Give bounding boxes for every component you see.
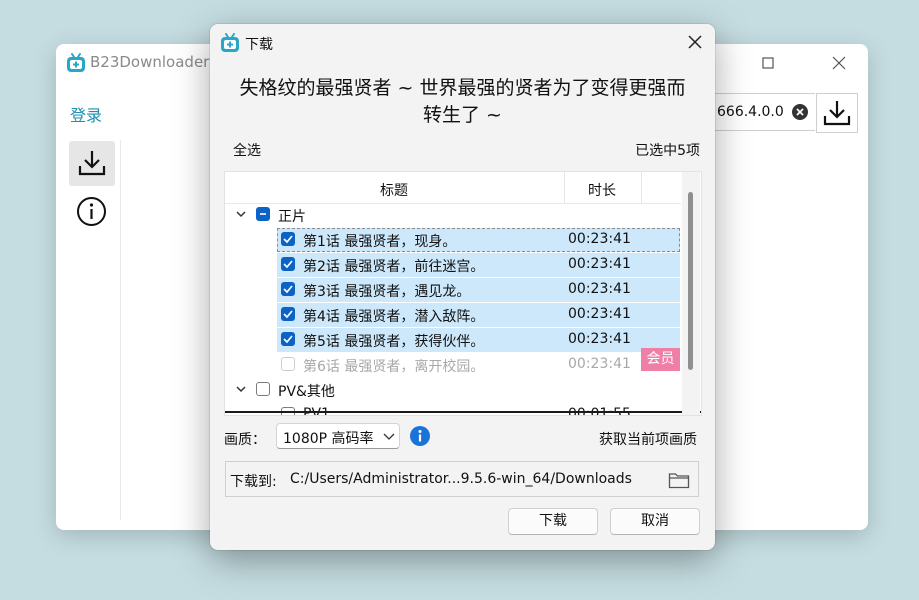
vertical-scrollbar[interactable] [682,172,700,415]
get-quality-button[interactable]: 获取当前项画质 [599,429,697,449]
episode-duration: 00:23:41 [568,231,631,247]
selected-count: 已选中5项 [635,143,700,159]
episode-duration: 00:23:41 [568,281,631,297]
download-icon [823,101,851,126]
main-window-title: B23Downloader [90,53,210,71]
column-divider [641,172,642,203]
scrollbar-thumb[interactable] [688,192,693,370]
episode-title: 第1话 最强贤者，现身。 [303,234,457,250]
cancel-button[interactable]: 取消 [610,508,700,535]
check-icon [283,335,293,344]
check-icon [283,310,293,319]
episode-title: 第6话 最强贤者，离开校园。 [303,359,485,375]
episode-row[interactable]: 第1话 最强贤者，现身。 00:23:41 [277,228,680,252]
download-to-label: 下载到: [230,474,277,490]
group-checkbox[interactable] [256,382,270,396]
quality-label: 画质： [224,432,266,448]
maximize-icon[interactable] [756,52,780,74]
episode-duration: 00:23:41 [568,356,631,372]
episode-checkbox[interactable] [281,282,295,296]
chevron-down-icon[interactable] [235,384,247,394]
close-icon[interactable] [827,52,851,74]
quality-select[interactable]: 1080P 高码率 [276,423,400,449]
select-all-link[interactable]: 全选 [233,140,261,160]
check-icon [283,235,293,244]
login-link[interactable]: 登录 [70,102,102,126]
column-header-duration[interactable]: 时长 [588,180,616,200]
episode-checkbox [281,357,295,371]
sidebar-divider [120,140,121,520]
bilibili-tv-icon [67,53,85,72]
url-input[interactable]: 666.4.0.0 [708,93,815,131]
list-header: 标题 时长 [225,172,681,204]
minus-icon [260,213,266,215]
chevron-down-icon [383,433,395,440]
folder-icon[interactable] [668,471,690,489]
episode-title: 第5话 最强贤者，获得伙伴。 [303,334,485,350]
episode-duration: 00:23:41 [568,256,631,272]
check-icon [283,285,293,294]
column-header-title[interactable]: 标题 [380,180,408,200]
download-icon [78,151,106,176]
episode-tree[interactable]: 标题 时长 正片 第1话 最强贤者，现身。 00:23:41 第2话 最强贤者，… [224,171,702,416]
episode-row[interactable]: 第3话 最强贤者，遇见龙。 00:23:41 [277,278,680,302]
download-dialog: 下载 失格纹的最强贤者 ~ 世界最强的贤者为了变得更强而 转生了 ~ 全选 已选… [210,24,715,550]
episode-title: 第3话 最强贤者，遇见龙。 [303,284,471,300]
vip-badge: 会员 [641,348,680,371]
episode-checkbox[interactable] [281,232,295,246]
episode-duration: 00:23:41 [568,306,631,322]
start-download-button[interactable] [816,93,858,133]
column-divider [564,172,565,203]
video-title-line-2: 转生了 ~ [423,104,502,126]
episode-title: 第4话 最强贤者，潜入敌阵。 [303,309,485,325]
sidebar-download-button[interactable] [69,141,115,186]
info-icon[interactable] [410,426,430,446]
group-checkbox-partial[interactable] [256,207,270,221]
download-button[interactable]: 下载 [508,508,598,535]
video-title: 失格纹的最强贤者 ~ 世界最强的贤者为了变得更强而 转生了 ~ [224,75,701,129]
group-row-pv[interactable]: PV&其他 [225,378,681,402]
episode-row[interactable]: 第4话 最强贤者，潜入敌阵。 00:23:41 [277,303,680,327]
video-title-line-1: 失格纹的最强贤者 ~ 世界最强的贤者为了变得更强而 [239,77,686,99]
url-input-value: 666.4.0.0 [717,104,784,120]
clear-icon[interactable] [791,103,809,121]
chevron-down-icon[interactable] [235,209,247,219]
episode-row[interactable]: PV1 00:01:55 [277,403,680,415]
episode-title: 第2话 最强贤者，前往迷宫。 [303,259,485,275]
check-icon [283,260,293,269]
sidebar-info-icon[interactable] [76,196,107,227]
bilibili-tv-icon [221,33,239,52]
group-row-main[interactable]: 正片 [225,203,681,227]
horizontal-scrollbar[interactable] [225,411,701,413]
episode-checkbox[interactable] [281,332,295,346]
download-path-field[interactable]: 下载到: C:/Users/Administrator...9.5.6-win_… [225,461,699,497]
episode-row-disabled: 第6话 最强贤者，离开校园。 00:23:41 [277,353,680,377]
episode-checkbox[interactable] [281,307,295,321]
episode-duration: 00:23:41 [568,331,631,347]
group-label: PV&其他 [278,384,335,400]
download-path: C:/Users/Administrator...9.5.6-win_64/Do… [290,471,632,487]
close-icon[interactable] [686,33,704,51]
episode-row[interactable]: 第5话 最强贤者，获得伙伴。 00:23:41 [277,328,680,352]
episode-row[interactable]: 第2话 最强贤者，前往迷宫。 00:23:41 [277,253,680,277]
quality-selected-value: 1080P 高码率 [283,431,374,447]
episode-checkbox[interactable] [281,257,295,271]
group-label: 正片 [278,209,306,225]
dialog-title: 下载 [245,37,273,53]
